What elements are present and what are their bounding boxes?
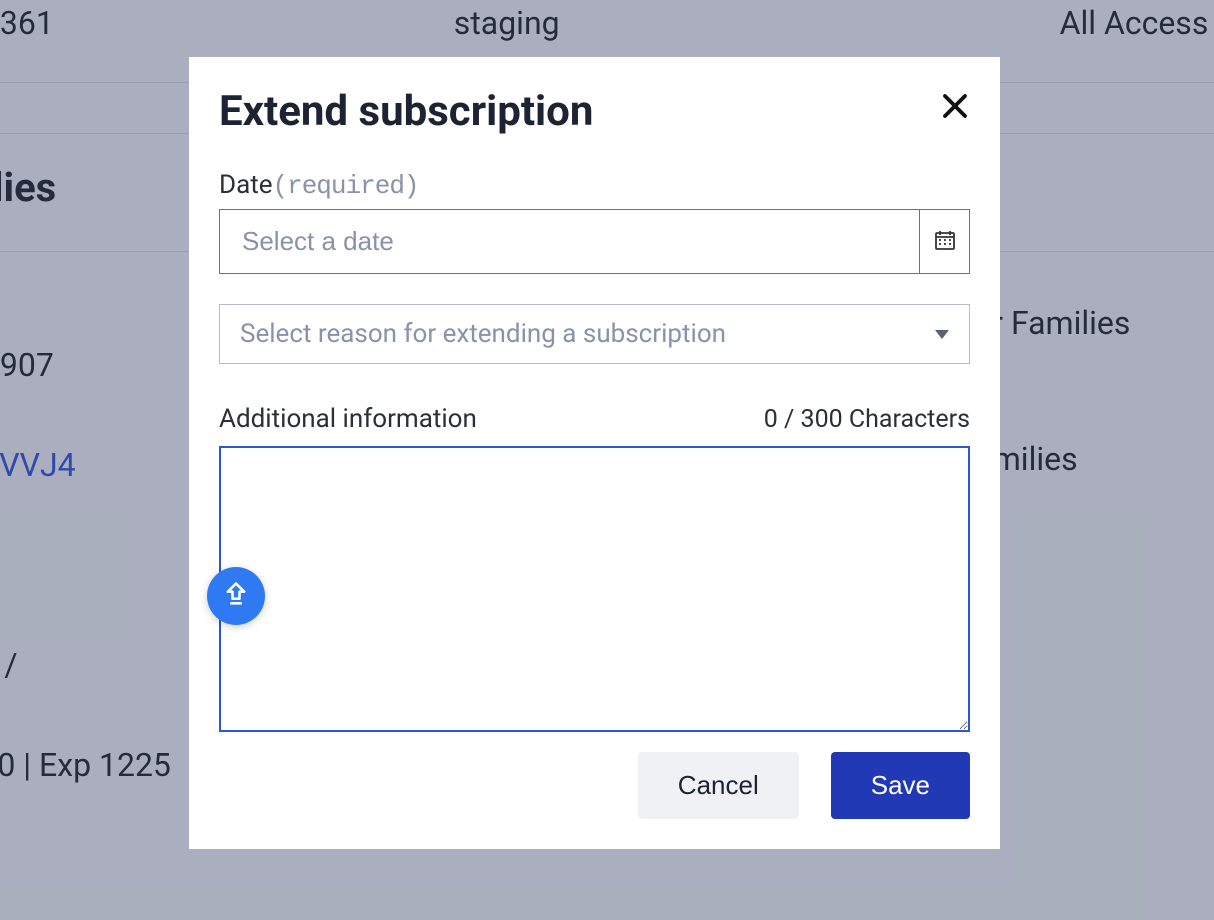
chevron-down-icon [935, 330, 949, 339]
char-counter: 0 / 300 Characters [764, 405, 970, 434]
date-picker-button[interactable] [919, 210, 969, 273]
additional-info-label: Additional information [219, 404, 477, 434]
reason-placeholder: Select reason for extending a subscripti… [240, 319, 935, 349]
upload-icon [222, 580, 250, 612]
close-button[interactable] [940, 87, 970, 127]
save-button[interactable]: Save [831, 752, 970, 819]
reason-select[interactable]: Select reason for extending a subscripti… [219, 304, 970, 364]
cancel-button[interactable]: Cancel [638, 752, 799, 819]
date-required-hint: (required) [273, 171, 419, 201]
extend-subscription-modal: Extend subscription Date(required) Selec… [189, 57, 1000, 849]
date-field[interactable] [219, 209, 970, 274]
close-icon [940, 88, 970, 130]
modal-title: Extend subscription [219, 87, 593, 136]
date-label-text: Date [219, 170, 273, 200]
date-input[interactable] [220, 210, 919, 273]
upload-fab[interactable] [207, 567, 265, 625]
calendar-icon [933, 228, 957, 256]
date-label: Date(required) [219, 170, 970, 201]
additional-info-textarea[interactable] [219, 446, 970, 732]
